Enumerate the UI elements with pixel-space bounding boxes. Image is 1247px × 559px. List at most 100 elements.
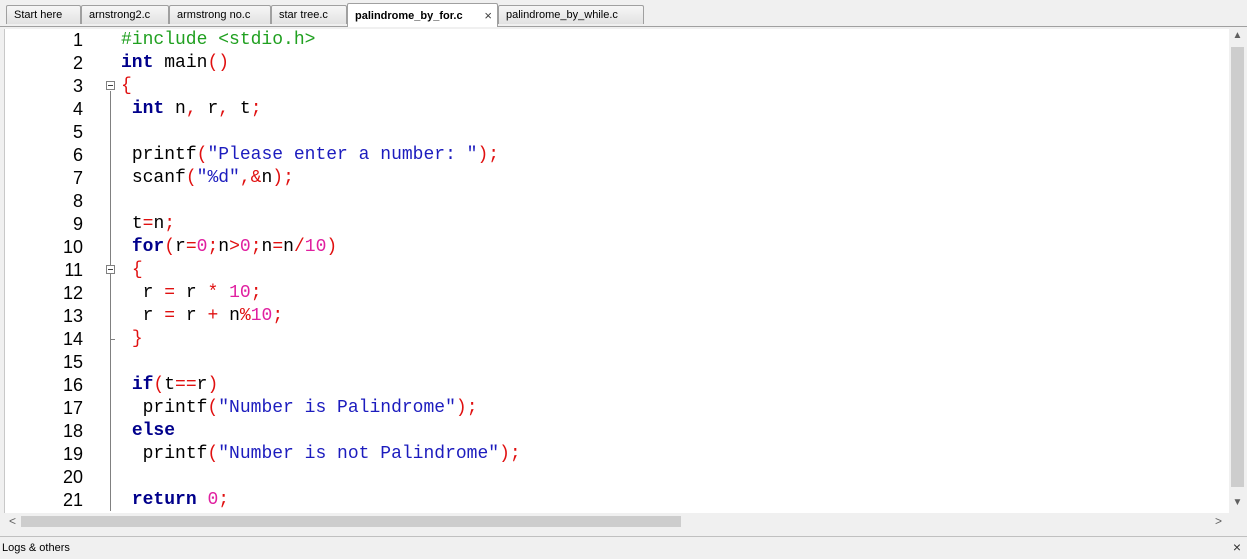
code-line[interactable]: #include <stdio.h> bbox=[121, 29, 315, 52]
tab-start-here[interactable]: Start here bbox=[6, 5, 81, 24]
code-line[interactable]: r = r * 10; bbox=[121, 282, 262, 305]
vertical-scrollbar[interactable]: ▲ ▼ bbox=[1229, 29, 1246, 513]
code-line[interactable]: { bbox=[121, 259, 143, 282]
code-line[interactable]: printf("Please enter a number: "); bbox=[121, 144, 499, 167]
tab-label: star tree.c bbox=[279, 9, 328, 21]
keyword-token: return bbox=[131, 490, 197, 510]
operator-token: ( bbox=[207, 444, 219, 464]
string-token: "%d" bbox=[196, 168, 240, 188]
fold-toggle-icon[interactable] bbox=[106, 81, 115, 90]
keyword-token: if bbox=[131, 375, 154, 395]
operator-token: ; bbox=[283, 168, 294, 188]
identifier-token: printf bbox=[131, 145, 197, 165]
operator-token: , bbox=[218, 99, 230, 119]
identifier-token: r bbox=[185, 283, 197, 303]
code-line[interactable]: if(t==r) bbox=[121, 374, 218, 397]
tab-palindrome-by-for[interactable]: palindrome_by_for.c × bbox=[347, 3, 498, 27]
code-area[interactable]: #include <stdio.h> int main(){ int n, r, … bbox=[119, 29, 1230, 513]
tab-armstrong-no[interactable]: armstrong no.c bbox=[169, 5, 271, 24]
code-line[interactable]: printf("Number is not Palindrome"); bbox=[121, 443, 521, 466]
scroll-down-icon[interactable]: ▼ bbox=[1229, 497, 1246, 508]
operator-token: + bbox=[207, 306, 219, 326]
code-line[interactable]: scanf("%d",&n); bbox=[121, 167, 294, 190]
code-line[interactable]: printf("Number is Palindrome"); bbox=[121, 397, 478, 420]
fold-toggle-icon[interactable] bbox=[106, 265, 115, 274]
vertical-scroll-thumb[interactable] bbox=[1231, 47, 1244, 487]
operator-token: = bbox=[175, 375, 186, 395]
code-line[interactable]: else bbox=[121, 420, 175, 443]
identifier-token: t bbox=[131, 214, 143, 234]
close-icon[interactable]: × bbox=[484, 4, 492, 28]
close-icon[interactable]: × bbox=[1233, 539, 1241, 555]
code-line[interactable]: return 0; bbox=[121, 489, 229, 512]
operator-token: > bbox=[229, 237, 240, 257]
line-number: 10 bbox=[62, 237, 83, 257]
line-number-gutter: 1 2 3 4 5 6 7 8 9 10 11 12 13 14 15 16 17 18 19 20 21 bbox=[5, 29, 105, 513]
horizontal-scrollbar[interactable]: < > bbox=[4, 513, 1229, 530]
scroll-left-icon[interactable]: < bbox=[4, 514, 21, 528]
operator-token: ) bbox=[218, 53, 230, 73]
identifier-token: t bbox=[164, 375, 176, 395]
identifier-token: r bbox=[175, 237, 186, 257]
logs-panel: Logs & others × bbox=[0, 536, 1247, 559]
operator-token: ( bbox=[207, 398, 219, 418]
scroll-up-icon[interactable]: ▲ bbox=[1229, 30, 1246, 41]
operator-token: ; bbox=[218, 490, 230, 510]
operator-token: ) bbox=[455, 398, 467, 418]
scroll-right-icon[interactable]: > bbox=[1210, 514, 1227, 528]
line-number: 21 bbox=[62, 490, 83, 510]
operator-token: ) bbox=[272, 168, 284, 188]
operator-token: { bbox=[121, 76, 132, 96]
horizontal-scroll-thumb[interactable] bbox=[21, 516, 681, 527]
operator-token: ; bbox=[466, 398, 478, 418]
operator-token: ; bbox=[207, 237, 219, 257]
keyword-token: else bbox=[131, 421, 176, 441]
code-line[interactable]: int main() bbox=[121, 52, 229, 75]
logs-panel-title: Logs & others bbox=[2, 542, 70, 554]
identifier-token: r bbox=[196, 375, 208, 395]
fold-guide-line bbox=[110, 275, 111, 339]
line-number: 11 bbox=[64, 260, 83, 280]
code-editor[interactable]: 1 2 3 4 5 6 7 8 9 10 11 12 13 14 15 16 17 18 19 20 21 #inclu… bbox=[4, 29, 1230, 513]
tab-arnstrong2[interactable]: arnstrong2.c bbox=[81, 5, 169, 24]
string-token: "Number is not Palindrome" bbox=[218, 444, 500, 464]
tab-palindrome-by-while[interactable]: palindrome_by_while.c bbox=[498, 5, 644, 24]
code-line[interactable]: } bbox=[121, 328, 143, 351]
operator-token: / bbox=[293, 237, 305, 257]
code-line[interactable]: { bbox=[121, 75, 132, 98]
operator-token: ; bbox=[164, 214, 176, 234]
identifier-token: t bbox=[239, 99, 251, 119]
operator-token: ; bbox=[250, 283, 262, 303]
code-line[interactable]: r = r + n%10; bbox=[121, 305, 284, 328]
string-token: "Please enter a number: " bbox=[207, 145, 478, 165]
code-line[interactable]: t=n; bbox=[121, 213, 175, 236]
tab-label: Start here bbox=[14, 9, 63, 21]
operator-token: = bbox=[185, 375, 197, 395]
operator-token: ( bbox=[164, 237, 176, 257]
tab-star-tree[interactable]: star tree.c bbox=[271, 5, 347, 24]
identifier-token: r bbox=[142, 283, 154, 303]
line-number: 5 bbox=[72, 122, 83, 142]
line-number: 15 bbox=[62, 352, 83, 372]
line-number: 2 bbox=[72, 53, 83, 73]
identifier-token: n bbox=[153, 214, 165, 234]
code-line[interactable]: for(r=0;n>0;n=n/10) bbox=[121, 236, 337, 259]
code-line[interactable]: int n, r, t; bbox=[121, 98, 262, 121]
number-token: 0 bbox=[239, 237, 251, 257]
